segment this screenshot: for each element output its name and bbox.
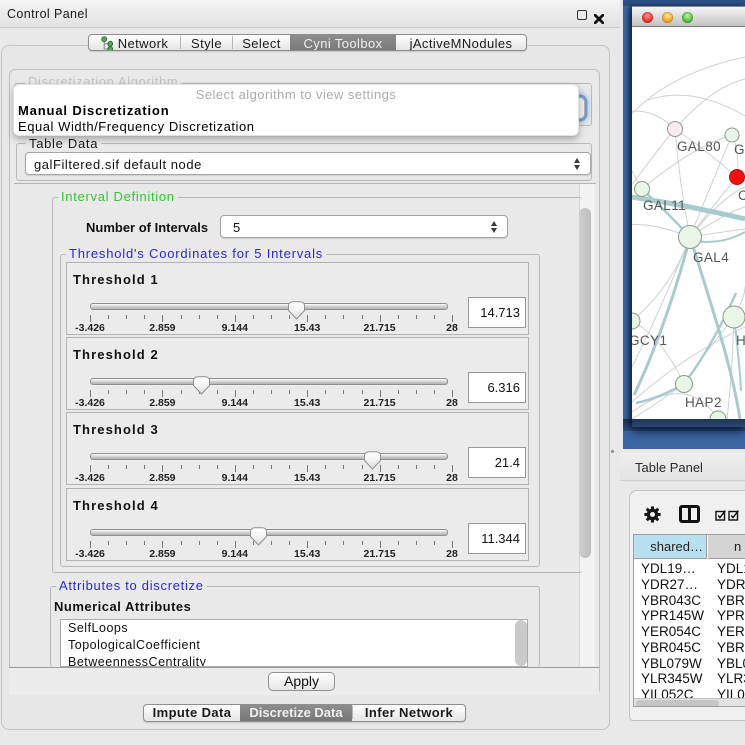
- svg-text:GCY1: GCY1: [632, 333, 667, 348]
- svg-text:C: C: [738, 188, 745, 203]
- svg-text:GAL80: GAL80: [677, 139, 721, 154]
- svg-text:GA: GA: [734, 142, 745, 157]
- svg-text:GAL4: GAL4: [693, 250, 729, 265]
- svg-text:GAL11: GAL11: [643, 198, 686, 213]
- svg-text:HI: HI: [736, 333, 745, 348]
- svg-text:HAP2: HAP2: [685, 395, 722, 410]
